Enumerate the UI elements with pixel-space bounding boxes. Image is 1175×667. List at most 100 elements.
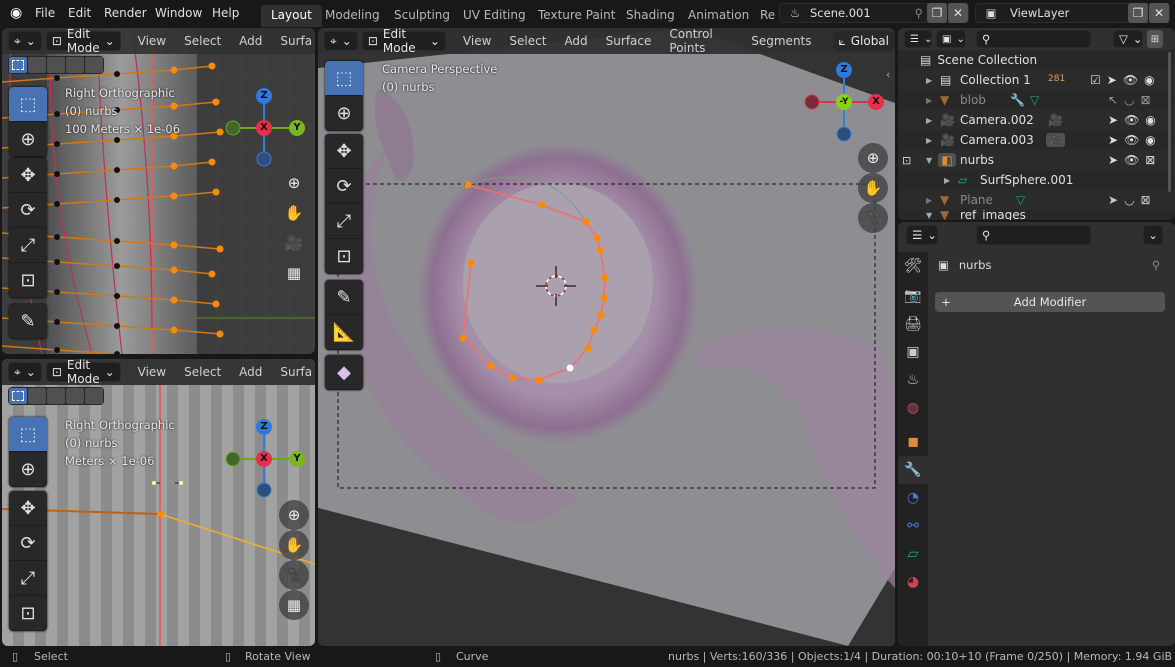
pin-icon[interactable]: ⚲ <box>915 6 923 20</box>
eye-icon[interactable]: 👁 <box>1123 73 1138 87</box>
scene-selector[interactable]: ♨ Scene.001 ⚲ ❐ ✕ <box>779 3 969 23</box>
scene-collection-row[interactable]: ▤ Scene Collection <box>898 50 1175 70</box>
mesh-data-icon[interactable]: ▽ <box>1030 93 1039 107</box>
select-arrow-icon[interactable]: ➤ <box>1108 113 1118 127</box>
view-layer-selector[interactable]: ▣ ViewLayer ❐ ✕ <box>975 3 1170 23</box>
editor-type-button[interactable]: ⌖ ⌄ <box>8 362 42 382</box>
properties-options-button[interactable]: ⌄ <box>1143 225 1163 245</box>
render-disabled-icon[interactable]: ⊠ <box>1141 93 1151 107</box>
gizmo-neg-y[interactable]: -Y <box>836 94 852 110</box>
gizmo-y[interactable]: Y <box>289 451 305 467</box>
expand-arrow-icon[interactable]: ▶ <box>926 136 940 145</box>
menu-select[interactable]: Select <box>177 34 228 48</box>
transform-tool-icon[interactable]: ⊡ <box>325 239 363 274</box>
zoom-icon[interactable]: ⊕ <box>279 500 309 530</box>
select-mode-buttons[interactable] <box>8 387 104 405</box>
ortho-grid-icon[interactable]: ▦ <box>279 590 309 620</box>
tab-uv-editing[interactable]: UV Editing <box>453 5 536 27</box>
transform-orientation-selector[interactable]: ⟀ Global <box>832 31 895 51</box>
view-layer-filter-button[interactable]: ▣ ⌄ <box>936 30 966 48</box>
gizmo-z[interactable]: Z <box>256 88 272 104</box>
menu-surface[interactable]: Surfa <box>273 365 315 379</box>
select-box-new-icon[interactable] <box>9 57 27 73</box>
tool-tab-icon[interactable]: 🛠 <box>898 252 928 280</box>
outliner-row[interactable]: ▶ 🎥 Camera.002 🎥 ➤ 👁 ◉ <box>898 110 1175 130</box>
menu-control-points[interactable]: Control Points <box>662 28 740 55</box>
scale-tool-icon[interactable]: ⤢ <box>9 228 47 263</box>
render-disabled-icon[interactable]: ⊠ <box>1145 153 1155 167</box>
properties-editor-type-button[interactable]: ☰ ⌄ <box>906 225 938 245</box>
rotate-tool-icon[interactable]: ⟳ <box>325 169 363 204</box>
new-collection-button[interactable]: ⊞ <box>1147 30 1163 48</box>
expand-arrow-icon[interactable]: ▶ <box>926 96 940 105</box>
select-intersect-icon[interactable] <box>85 388 103 404</box>
menu-select[interactable]: Select <box>502 34 553 48</box>
filter-button[interactable]: ▽ ⌄ <box>1113 30 1143 48</box>
new-view-layer-button[interactable]: ❐ <box>1128 3 1148 23</box>
scene-name[interactable]: Scene.001 <box>810 6 915 20</box>
cursor-tool-icon[interactable]: ⊕ <box>325 96 363 131</box>
menu-file[interactable]: File <box>35 6 55 20</box>
rotate-tool-icon[interactable]: ⟳ <box>9 193 47 228</box>
add-modifier-button[interactable]: + Add Modifier <box>935 292 1165 312</box>
measure-tool-icon[interactable]: 📐 <box>325 315 363 350</box>
select-extend-icon[interactable] <box>28 388 46 404</box>
gizmo-x[interactable]: X <box>256 451 272 467</box>
outliner-row[interactable]: ⊡ ▼ ◧ nurbs ➤ 👁 ⊠ <box>898 150 1175 170</box>
select-box-tool-icon[interactable]: ⬚ <box>325 61 363 96</box>
select-arrow-icon[interactable]: ➤ <box>1108 133 1118 147</box>
edit-mode-indicator-icon[interactable]: ⊡ <box>902 154 926 167</box>
constraints-tab-icon[interactable]: ⚯ <box>898 512 928 540</box>
expand-arrow-icon[interactable]: ▶ <box>926 196 940 205</box>
outliner-row[interactable]: ▶ ▼ blob 🔧 ▽ ↖ ◡ ⊠ <box>898 90 1175 110</box>
select-invert-icon[interactable] <box>66 388 84 404</box>
render-camera-icon[interactable]: ◉ <box>1144 73 1154 87</box>
select-box-tool-icon[interactable]: ⬚ <box>9 417 47 452</box>
view-layer-tab-icon[interactable]: ▣ <box>898 338 928 366</box>
camera-view-icon[interactable]: 🎥 <box>279 560 309 590</box>
outliner-row[interactable]: ▶ ▱ SurfSphere.001 <box>898 170 1175 190</box>
outliner-row[interactable]: ▶ ▼ Plane ▽ ➤ ◡ ⊠ <box>898 190 1175 210</box>
gizmo-x[interactable]: X <box>256 120 272 136</box>
checkbox-icon[interactable]: ☑ <box>1090 73 1101 87</box>
select-arrow-icon[interactable]: ↖ <box>1108 93 1118 107</box>
tab-shading[interactable]: Shading <box>616 5 685 27</box>
render-tab-icon[interactable]: 📷 <box>898 282 928 310</box>
menu-render[interactable]: Render <box>104 6 147 20</box>
move-tool-icon[interactable]: ✥ <box>9 491 47 526</box>
scale-tool-icon[interactable]: ⤢ <box>325 204 363 239</box>
eye-icon[interactable]: 👁 <box>1124 113 1139 127</box>
eye-closed-icon[interactable]: ◡ <box>1124 193 1134 207</box>
camera-view-icon[interactable]: 🎥 <box>858 203 888 233</box>
collapse-arrow-icon[interactable]: ▼ <box>926 156 938 165</box>
menu-window[interactable]: Window <box>155 6 202 20</box>
ortho-grid-icon[interactable]: ▦ <box>279 258 309 288</box>
select-box-new-icon[interactable] <box>9 388 27 404</box>
rotate-tool-icon[interactable]: ⟳ <box>9 526 47 561</box>
tab-texture-paint[interactable]: Texture Paint <box>528 5 625 27</box>
viewport-top-left[interactable]: ⌖ ⌄ ⊡ Edit Mode ⌄ View Select Add Surfa ⬚ ⊕… <box>2 28 315 354</box>
move-tool-icon[interactable]: ✥ <box>325 134 363 169</box>
outliner-row[interactable]: ▶ ▤ Collection 1 281 ☑ ➤ 👁 ◉ <box>898 70 1175 90</box>
tab-rendering[interactable]: Re <box>752 5 777 27</box>
cursor-tool-icon[interactable]: ⊕ <box>9 452 47 487</box>
physics-tab-icon[interactable]: ◔ <box>898 484 928 512</box>
menu-surface[interactable]: Surfa <box>273 34 315 48</box>
outliner-search[interactable]: ⚲ <box>976 30 1091 48</box>
outliner-scrollbar[interactable] <box>1168 52 1171 192</box>
menu-view[interactable]: View <box>131 365 173 379</box>
draw-tool-icon[interactable]: ✎ <box>9 304 47 339</box>
delete-scene-button[interactable]: ✕ <box>948 3 968 23</box>
world-tab-icon[interactable]: ◍ <box>898 394 928 422</box>
zoom-icon[interactable]: ⊕ <box>279 168 309 198</box>
mode-selector[interactable]: ⊡ Edit Mode ⌄ <box>361 28 446 55</box>
outliner-row[interactable]: ▼ ▼ ref_images <box>898 210 1175 220</box>
properties-search[interactable]: ⚲ <box>976 225 1091 245</box>
editor-type-button[interactable]: ⌖ ⌄ <box>8 31 42 51</box>
menu-edit[interactable]: Edit <box>68 6 91 20</box>
render-disabled-icon[interactable]: ⊠ <box>1141 193 1151 207</box>
outliner-row[interactable]: ▶ 🎥 Camera.003 🎥 ➤ 👁 ◉ <box>898 130 1175 150</box>
expand-arrow-icon[interactable]: ▶ <box>926 76 940 85</box>
menu-view[interactable]: View <box>131 34 173 48</box>
data-tab-icon[interactable]: ▱ <box>898 540 928 568</box>
